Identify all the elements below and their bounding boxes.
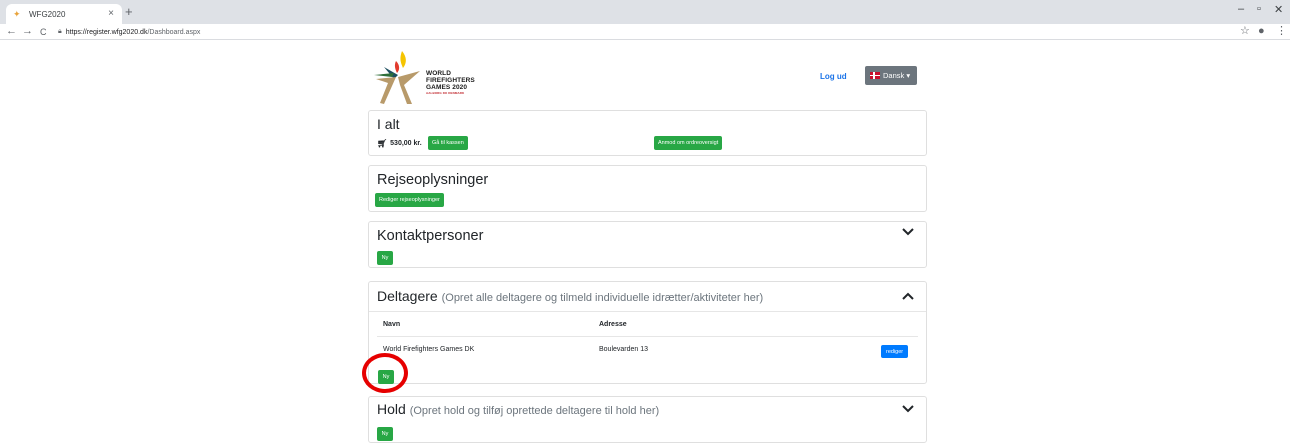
back-button[interactable]: ←	[6, 25, 17, 38]
url-field[interactable]: 🔒︎ https://register.wfg2020.dk /Dashboar…	[58, 26, 1228, 38]
chevron-down-icon[interactable]	[902, 405, 914, 413]
participants-card[interactable]: Deltagere (Opret alle deltagere og tilme…	[368, 281, 927, 384]
teams-card[interactable]: Hold (Opret hold og tilføj oprettede del…	[368, 396, 927, 443]
contacts-card[interactable]: Kontaktpersoner Ny	[368, 221, 927, 268]
close-window-button[interactable]: ✕	[1274, 3, 1283, 16]
chevron-down-icon[interactable]	[902, 228, 914, 236]
dashboard-page: WORLD FIREFIGHTERS GAMES 2020 AALBORG DK…	[368, 40, 927, 443]
account-icon[interactable]: ●	[1258, 25, 1265, 38]
participants-title: Deltagere (Opret alle deltagere og tilme…	[377, 288, 764, 304]
total-title: I alt	[377, 116, 400, 132]
travel-title: Rejseoplysninger	[377, 172, 489, 188]
language-label: Dansk ▾	[883, 71, 911, 80]
header-divider	[369, 311, 926, 312]
edit-travel-button[interactable]: Rediger rejseoplysninger	[375, 193, 444, 207]
danish-flag-icon	[870, 72, 880, 79]
forward-button[interactable]: →	[22, 25, 33, 38]
favicon-icon: ✦	[13, 9, 21, 19]
total-card: I alt 🛒︎ 530,00 kr. Gå til kassen Anmod …	[368, 110, 927, 156]
url-host: https://register.wfg2020.dk	[65, 28, 148, 36]
participant-name: World Firefighters Games DK	[383, 346, 475, 353]
chevron-up-icon[interactable]	[902, 292, 914, 300]
maximize-button[interactable]: ▫	[1257, 3, 1261, 15]
browser-tab-strip: ✦ WFG2020 × + – ▫ ✕	[0, 0, 1290, 24]
logout-link[interactable]: Log ud	[820, 72, 847, 81]
lock-icon: 🔒︎	[58, 28, 62, 35]
browser-tab[interactable]: ✦ WFG2020 ×	[6, 4, 122, 24]
bookmark-star-icon[interactable]: ☆	[1240, 25, 1250, 38]
travel-card: Rejseoplysninger Rediger rejseoplysninge…	[368, 165, 927, 212]
new-contact-button[interactable]: Ny	[377, 251, 393, 265]
wfg-logo-icon	[374, 51, 420, 104]
url-path: /Dashboard.aspx	[147, 28, 201, 36]
address-bar-row: ← → C 🔒︎ https://register.wfg2020.dk /Da…	[0, 24, 1290, 40]
browser-menu-icon[interactable]: ⋮	[1276, 25, 1287, 38]
total-amount: 🛒︎ 530,00 kr.	[377, 139, 422, 148]
order-overview-button[interactable]: Anmod om ordreoversigt	[654, 136, 723, 150]
minimize-button[interactable]: –	[1238, 3, 1244, 15]
reload-button[interactable]: C	[40, 26, 47, 39]
logo-wordmark: WORLD FIREFIGHTERS GAMES 2020 AALBORG DK…	[426, 70, 475, 95]
column-header-address: Adresse	[599, 321, 627, 328]
column-header-name: Navn	[383, 321, 401, 328]
new-tab-button[interactable]: +	[125, 5, 133, 19]
tab-title: WFG2020	[29, 9, 66, 19]
new-team-button[interactable]: Ny	[377, 427, 393, 441]
checkout-button[interactable]: Gå til kassen	[428, 136, 468, 150]
language-dropdown[interactable]: Dansk ▾	[865, 66, 917, 85]
site-header: WORLD FIREFIGHTERS GAMES 2020 AALBORG DK…	[368, 40, 927, 108]
contacts-title: Kontaktpersoner	[377, 228, 484, 244]
table-divider	[377, 336, 918, 337]
participant-address: Boulevarden 13	[599, 346, 649, 353]
red-highlight-circle	[362, 353, 408, 393]
teams-title: Hold (Opret hold og tilføj oprettede del…	[377, 401, 660, 417]
tab-close-icon[interactable]: ×	[108, 8, 114, 20]
edit-participant-button[interactable]: rediger	[881, 345, 909, 358]
cart-icon: 🛒︎	[377, 139, 388, 148]
